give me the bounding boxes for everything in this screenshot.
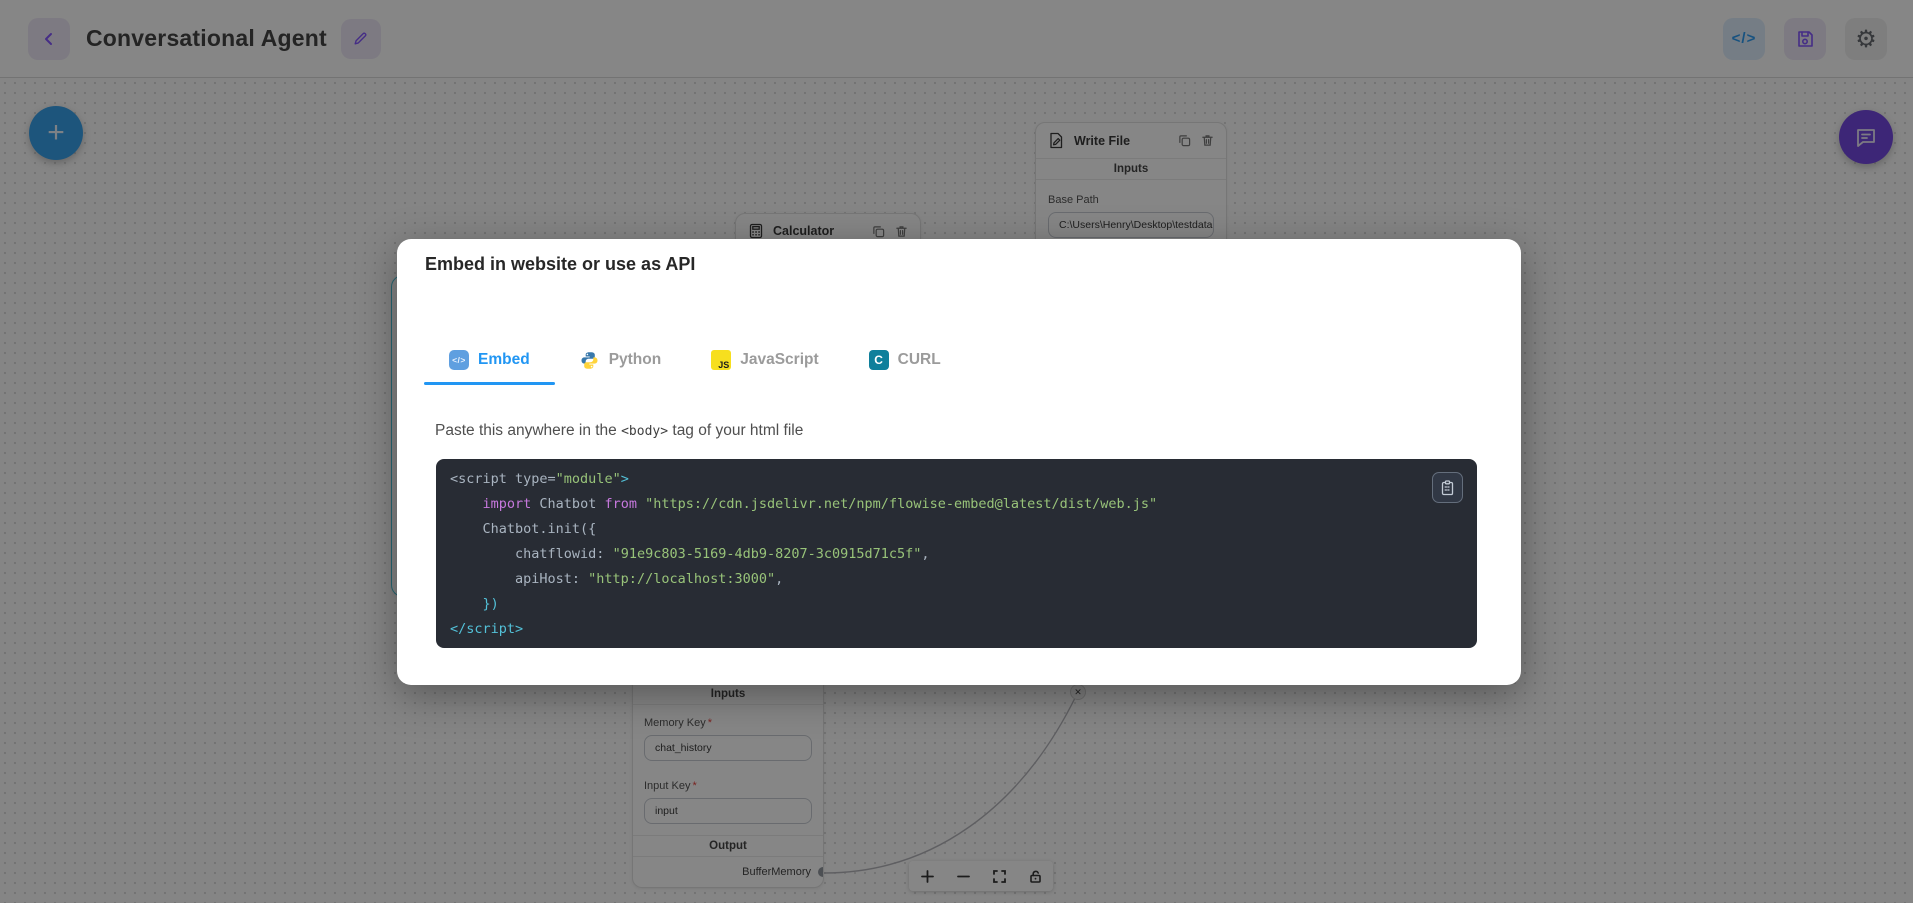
copy-code-button[interactable]: [1432, 472, 1463, 503]
body-tag-code: <body>: [621, 424, 668, 439]
clipboard-icon: [1440, 480, 1455, 496]
tab-curl[interactable]: C CURL: [844, 335, 966, 385]
embed-dialog: Embed in website or use as API </> Embed…: [397, 239, 1521, 685]
tab-javascript[interactable]: JS JavaScript: [686, 335, 843, 385]
tab-embed[interactable]: </> Embed: [424, 335, 555, 385]
embed-code-icon: </>: [449, 350, 469, 370]
helper-text: Paste this anywhere in the <body> tag of…: [435, 422, 803, 440]
dialog-title: Embed in website or use as API: [425, 254, 695, 275]
embed-code-block: <script type="module"> import Chatbot fr…: [436, 459, 1477, 648]
app: Conversational Agent </> ⚙: [0, 0, 1913, 903]
code-content: <script type="module"> import Chatbot fr…: [450, 467, 1463, 642]
tab-python[interactable]: Python: [555, 335, 687, 385]
dialog-tabs: </> Embed Python JS JavaScript C: [424, 335, 966, 385]
python-logo-icon: [580, 350, 600, 370]
js-logo-icon: JS: [711, 350, 731, 370]
curl-logo-icon: C: [869, 350, 889, 370]
